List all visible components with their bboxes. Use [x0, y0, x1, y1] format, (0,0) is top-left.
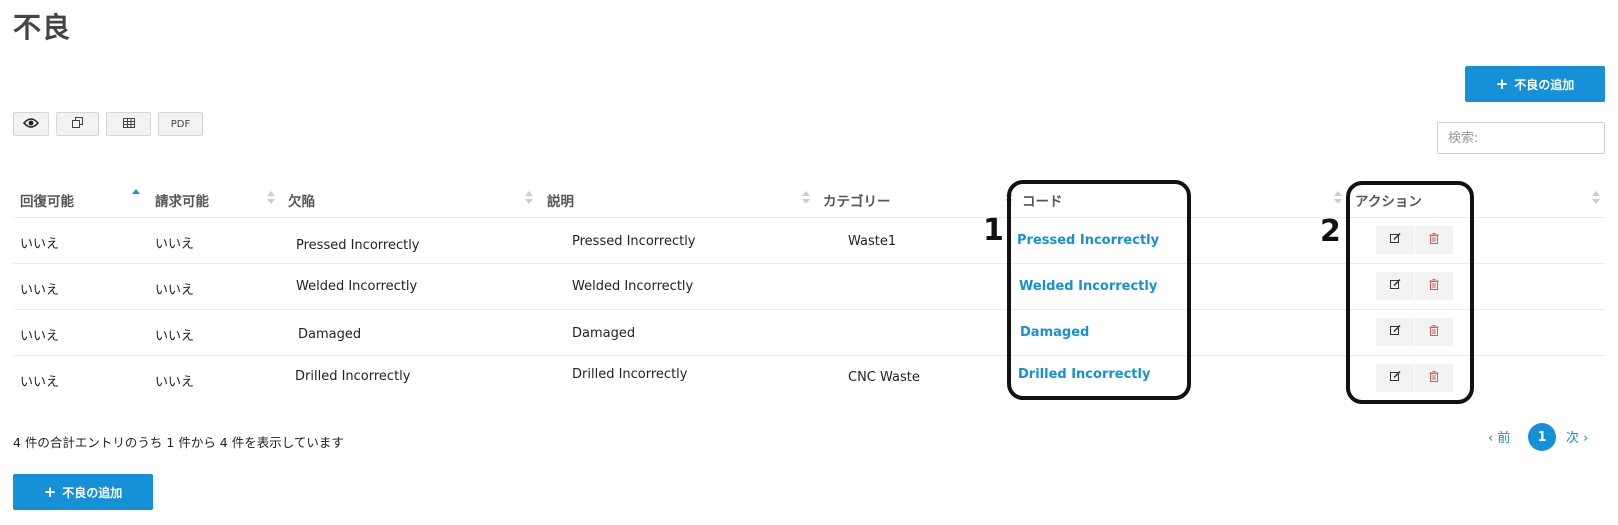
cell-billable: いいえ	[155, 237, 195, 252]
chevron-right-icon: ›	[1583, 431, 1589, 446]
sort-icon[interactable]	[267, 190, 275, 206]
view-button[interactable]	[13, 112, 49, 136]
previous-label: 前	[1497, 431, 1511, 446]
page-1-button[interactable]: 1	[1528, 423, 1556, 451]
cell-description: Welded Incorrectly	[572, 279, 694, 294]
table-info: 4 件の合計エントリのうち 1 件から 4 件を表示しています	[13, 435, 344, 450]
add-defect-label: 不良の追加	[1514, 77, 1575, 92]
column-header-billable[interactable]: 請求可能	[155, 190, 209, 210]
cell-category: Waste1	[848, 234, 897, 249]
sort-icon[interactable]	[802, 190, 810, 206]
table-icon	[122, 117, 135, 131]
callout-box-actions-column	[1346, 181, 1474, 404]
cell-category: CNC Waste	[848, 370, 920, 385]
sort-icon[interactable]	[1334, 190, 1342, 206]
cell-description: Pressed Incorrectly	[572, 234, 696, 249]
cell-recoverable: いいえ	[20, 329, 60, 344]
cell-defect: Welded Incorrectly	[296, 279, 418, 294]
cell-description: Damaged	[572, 326, 636, 341]
cell-defect: Pressed Incorrectly	[296, 238, 420, 253]
next-label: 次	[1566, 431, 1580, 446]
cell-recoverable: いいえ	[20, 375, 60, 390]
add-defect-button-bottom[interactable]: + 不良の追加	[13, 474, 153, 510]
pdf-button[interactable]: PDF	[158, 112, 203, 136]
sort-icon[interactable]	[525, 190, 533, 206]
cell-defect: Damaged	[298, 327, 362, 342]
export-toolbar: PDF	[13, 112, 203, 136]
cell-recoverable: いいえ	[20, 237, 60, 252]
sort-icon[interactable]	[1592, 190, 1600, 206]
chevron-left-icon: ‹	[1488, 431, 1494, 446]
next-page-link[interactable]: 次 ›	[1566, 427, 1588, 446]
cell-defect: Drilled Incorrectly	[295, 369, 411, 384]
previous-page-link[interactable]: ‹ 前	[1488, 427, 1510, 446]
page-title: 不良	[13, 11, 72, 44]
column-header-category[interactable]: カテゴリー	[823, 190, 891, 210]
add-defect-button-top[interactable]: + 不良の追加	[1465, 66, 1605, 102]
callout-number-1: 1	[983, 213, 1004, 248]
copy-button[interactable]	[56, 112, 99, 136]
add-defect-label: 不良の追加	[62, 485, 123, 500]
callout-number-2: 2	[1320, 214, 1341, 249]
cell-billable: いいえ	[155, 329, 195, 344]
eye-icon	[23, 117, 39, 131]
search-input[interactable]	[1437, 122, 1605, 154]
plus-icon: +	[43, 482, 57, 501]
column-header-defect[interactable]: 欠陥	[288, 190, 315, 210]
plus-icon: +	[1495, 74, 1509, 93]
cell-billable: いいえ	[155, 283, 195, 298]
callout-box-code-column	[1007, 180, 1191, 400]
column-header-recoverable[interactable]: 回復可能	[20, 190, 74, 210]
sort-asc-icon[interactable]	[132, 188, 140, 204]
cell-description: Drilled Incorrectly	[572, 367, 688, 382]
excel-button[interactable]	[106, 112, 151, 136]
cell-billable: いいえ	[155, 375, 195, 390]
copy-icon	[71, 116, 84, 132]
column-header-description[interactable]: 説明	[547, 190, 574, 210]
cell-recoverable: いいえ	[20, 283, 60, 298]
